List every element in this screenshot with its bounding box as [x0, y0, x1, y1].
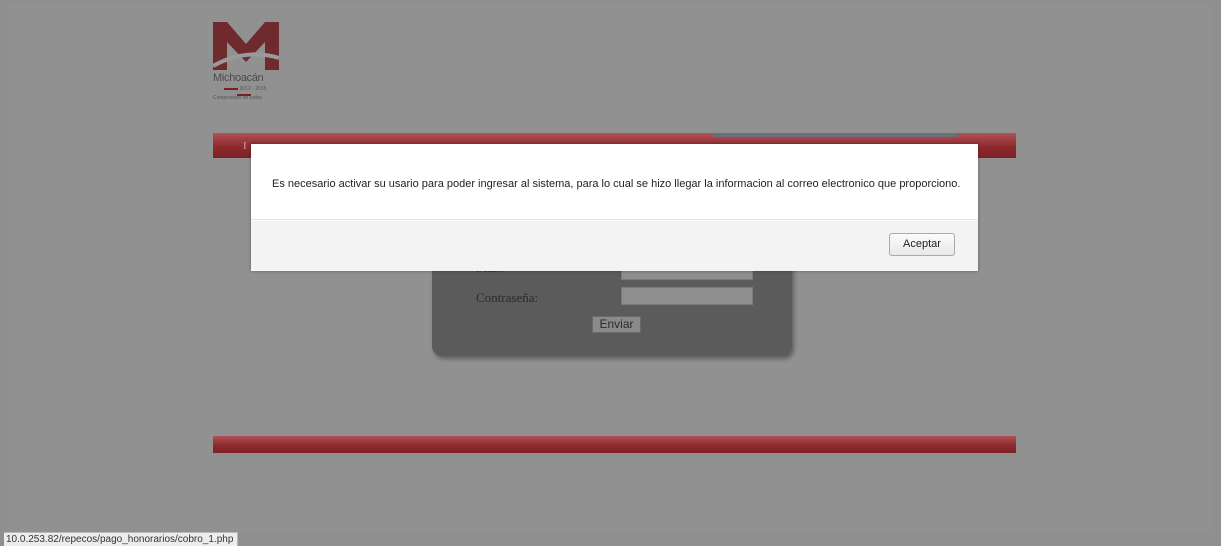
- footer-bar: [213, 436, 1016, 453]
- logo-brand-text: Michoacán: [213, 72, 264, 84]
- dialog-footer: Aceptar: [251, 221, 978, 271]
- password-label: Contraseña:: [476, 290, 539, 305]
- dialog-body: Es necesario activar su usario para pode…: [251, 144, 978, 220]
- status-bar-url: 10.0.253.82/repecos/pago_honorarios/cobr…: [4, 532, 239, 546]
- logo-m-icon: [213, 22, 279, 70]
- michoacan-logo: Michoacán 2012 - 2015 Compromiso de todo…: [213, 22, 283, 108]
- nav-label: I: [243, 140, 247, 152]
- accept-button[interactable]: Aceptar: [889, 233, 955, 256]
- password-input[interactable]: [621, 287, 753, 305]
- alert-dialog: Es necesario activar su usario para pode…: [251, 144, 978, 271]
- dialog-message: Es necesario activar su usario para pode…: [272, 178, 961, 190]
- nav-tab-strip: [713, 133, 958, 137]
- logo-slogan-text: Compromiso de todos: [213, 95, 262, 101]
- submit-button[interactable]: Enviar: [592, 316, 641, 333]
